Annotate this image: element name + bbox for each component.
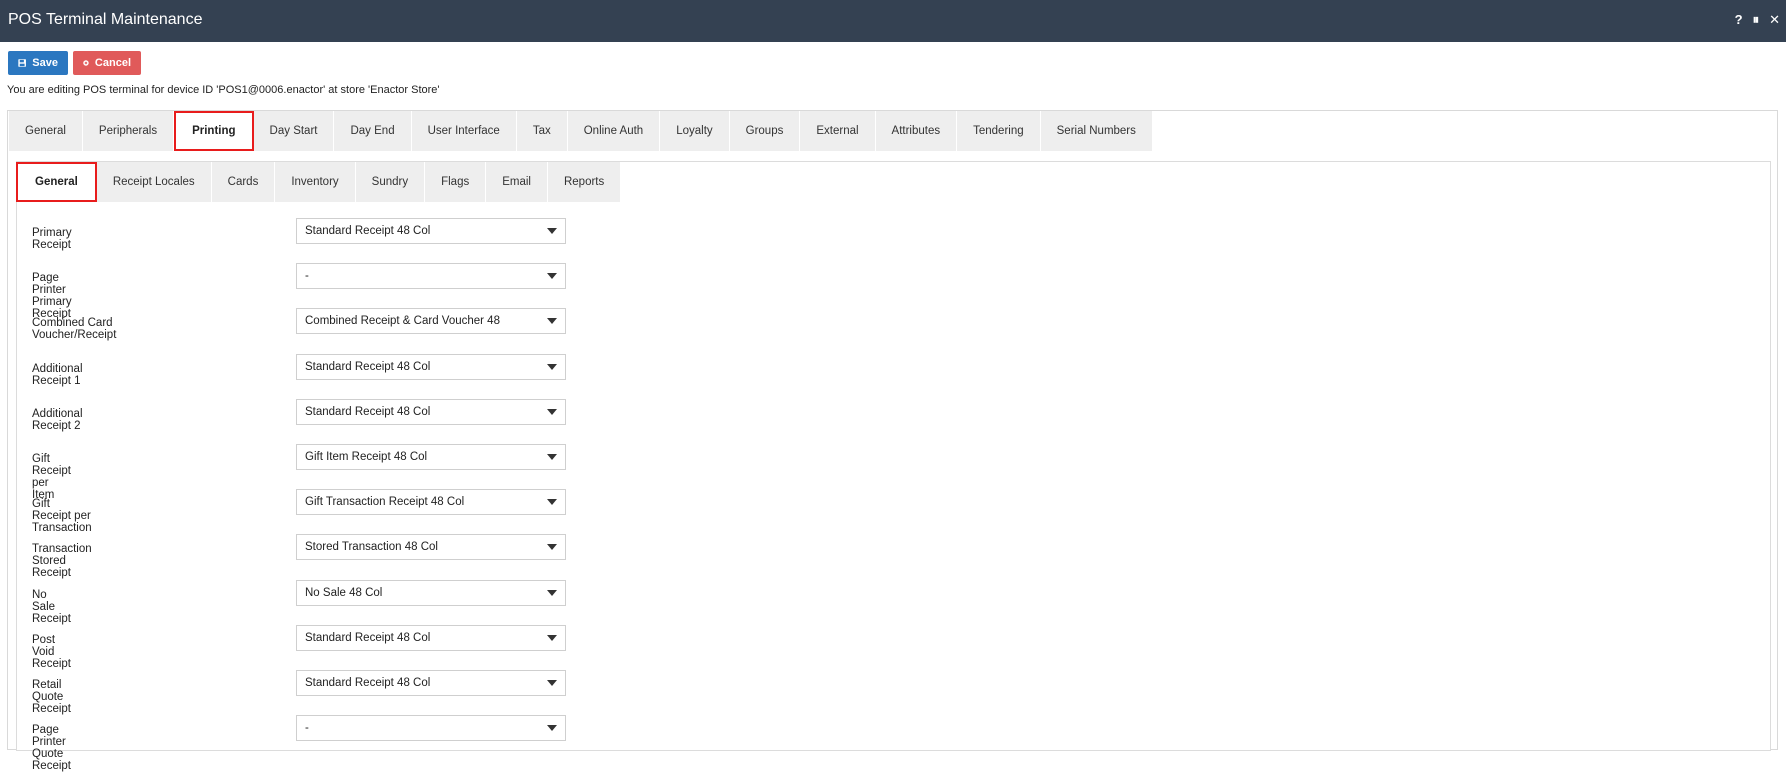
field-label: Page Printer Primary Receipt [32, 272, 72, 321]
subtab-flags[interactable]: Flags [425, 162, 487, 202]
gift-receipt-per-transaction-select[interactable]: Gift Transaction Receipt 48 Col [296, 489, 566, 516]
caret-down-icon [547, 544, 557, 551]
select-value: - [305, 270, 309, 283]
retail-quote-receipt-select[interactable]: Standard Receipt 48 Col [296, 669, 566, 696]
caret-down-icon [547, 228, 557, 234]
help-icon[interactable]: ? [1735, 12, 1743, 28]
field-label: Primary Receipt [32, 227, 72, 251]
tab-tax[interactable]: Tax [516, 111, 568, 151]
select-value: Gift Transaction Receipt 48 Col [305, 496, 465, 509]
field-label: Combined Card Voucher/Receipt [32, 317, 117, 342]
subtab-sundry[interactable]: Sundry [355, 162, 426, 202]
subtab-receipt-locales[interactable]: Receipt Locales [96, 162, 212, 202]
caret-down-icon [547, 589, 557, 596]
caret-down-icon [547, 725, 557, 732]
combined-card-voucher-receipt-select[interactable]: Combined Receipt & Card Voucher 48 [296, 308, 566, 335]
additional-receipt-1-select[interactable]: Standard Receipt 48 Col [296, 353, 566, 380]
tab-day-start[interactable]: Day Start [253, 111, 335, 151]
caret-down-icon [547, 453, 557, 460]
field-label: Page Printer Quote Receipt [32, 724, 71, 772]
pause-icon[interactable]: ⏸ [1753, 12, 1760, 28]
tab-online-auth[interactable]: Online Auth [567, 111, 661, 151]
tab-peripherals[interactable]: Peripherals [82, 111, 175, 151]
subtab-inventory[interactable]: Inventory [275, 162, 356, 202]
gift-receipt-per-item-select[interactable]: Gift Item Receipt 48 Col [296, 443, 566, 470]
window-title: POS Terminal Maintenance [8, 11, 203, 28]
tab-serial-numbers[interactable]: Serial Numbers [1040, 111, 1153, 151]
main-tab-bar: General Peripherals Printing Day Start D… [9, 111, 1153, 151]
subtab-cards[interactable]: Cards [211, 162, 276, 202]
caret-down-icon [547, 499, 557, 506]
caret-down-icon [547, 634, 557, 641]
caret-down-icon [547, 408, 557, 415]
caret-down-icon [547, 679, 557, 686]
floppy-disk-icon [18, 59, 26, 67]
select-value: Combined Receipt & Card Voucher 48 [305, 315, 500, 328]
primary-receipt-select[interactable]: Standard Receipt 48 Col [296, 218, 566, 244]
post-void-receipt-select[interactable]: Standard Receipt 48 Col [296, 624, 566, 651]
select-value: Standard Receipt 48 Col [305, 676, 431, 689]
select-value: Gift Item Receipt 48 Col [305, 450, 428, 463]
select-value: Standard Receipt 48 Col [305, 631, 431, 644]
field-label: Gift Receipt per Item [32, 452, 71, 501]
cancel-button[interactable]: Cancel [73, 51, 141, 75]
transaction-stored-receipt-select[interactable]: Stored Transaction 48 Col [296, 534, 566, 561]
page-printer-quote-receipt-select[interactable]: - [296, 715, 566, 742]
field-label: Additional Receipt 1 [32, 362, 83, 387]
printing-sub-tab-bar: General Receipt Locales Cards Inventory … [16, 162, 622, 202]
subtab-general[interactable]: General [16, 162, 97, 202]
field-label: Retail Quote Receipt [32, 678, 71, 715]
close-icon[interactable]: ✕ [1769, 12, 1780, 28]
field-label: Transaction Stored Receipt [32, 543, 92, 580]
tab-tendering[interactable]: Tendering [957, 111, 1041, 151]
tab-user-interface[interactable]: User Interface [411, 111, 517, 151]
caret-down-icon [547, 363, 557, 370]
save-button[interactable]: Save [8, 51, 68, 75]
caret-down-icon [547, 273, 557, 280]
field-label: Gift Receipt per Transaction [32, 498, 92, 535]
tab-printing[interactable]: Printing [174, 111, 254, 151]
title-bar: POS Terminal Maintenance ? ⏸ ✕ [0, 0, 1786, 42]
select-value: Standard Receipt 48 Col [305, 405, 431, 418]
subtab-reports[interactable]: Reports [547, 162, 622, 202]
select-value: - [305, 722, 309, 735]
additional-receipt-2-select[interactable]: Standard Receipt 48 Col [296, 398, 566, 425]
select-value: Standard Receipt 48 Col [305, 360, 431, 373]
field-label: No Sale Receipt [32, 588, 71, 625]
tab-day-end[interactable]: Day End [334, 111, 412, 151]
tab-external[interactable]: External [800, 111, 876, 151]
field-label: Additional Receipt 2 [32, 407, 83, 432]
window-controls: ? ⏸ ✕ [1735, 12, 1780, 28]
cancel-circle-icon [83, 60, 89, 66]
caret-down-icon [547, 318, 557, 325]
printing-sub-panel [16, 161, 1771, 751]
subtab-email[interactable]: Email [486, 162, 548, 202]
tab-general[interactable]: General [9, 111, 83, 151]
select-value: No Sale 48 Col [305, 586, 383, 599]
tab-loyalty[interactable]: Loyalty [660, 111, 730, 151]
tab-groups[interactable]: Groups [729, 111, 801, 151]
editing-info-text: You are editing POS terminal for device … [7, 84, 440, 96]
cancel-label: Cancel [94, 57, 131, 69]
field-label: Post Void Receipt [32, 633, 71, 670]
no-sale-receipt-select[interactable]: No Sale 48 Col [296, 579, 566, 606]
page-printer-primary-receipt-select[interactable]: - [296, 263, 566, 290]
save-label: Save [32, 57, 58, 69]
select-value: Stored Transaction 48 Col [305, 541, 438, 554]
select-value: Standard Receipt 48 Col [305, 225, 431, 237]
tab-attributes[interactable]: Attributes [875, 111, 958, 151]
